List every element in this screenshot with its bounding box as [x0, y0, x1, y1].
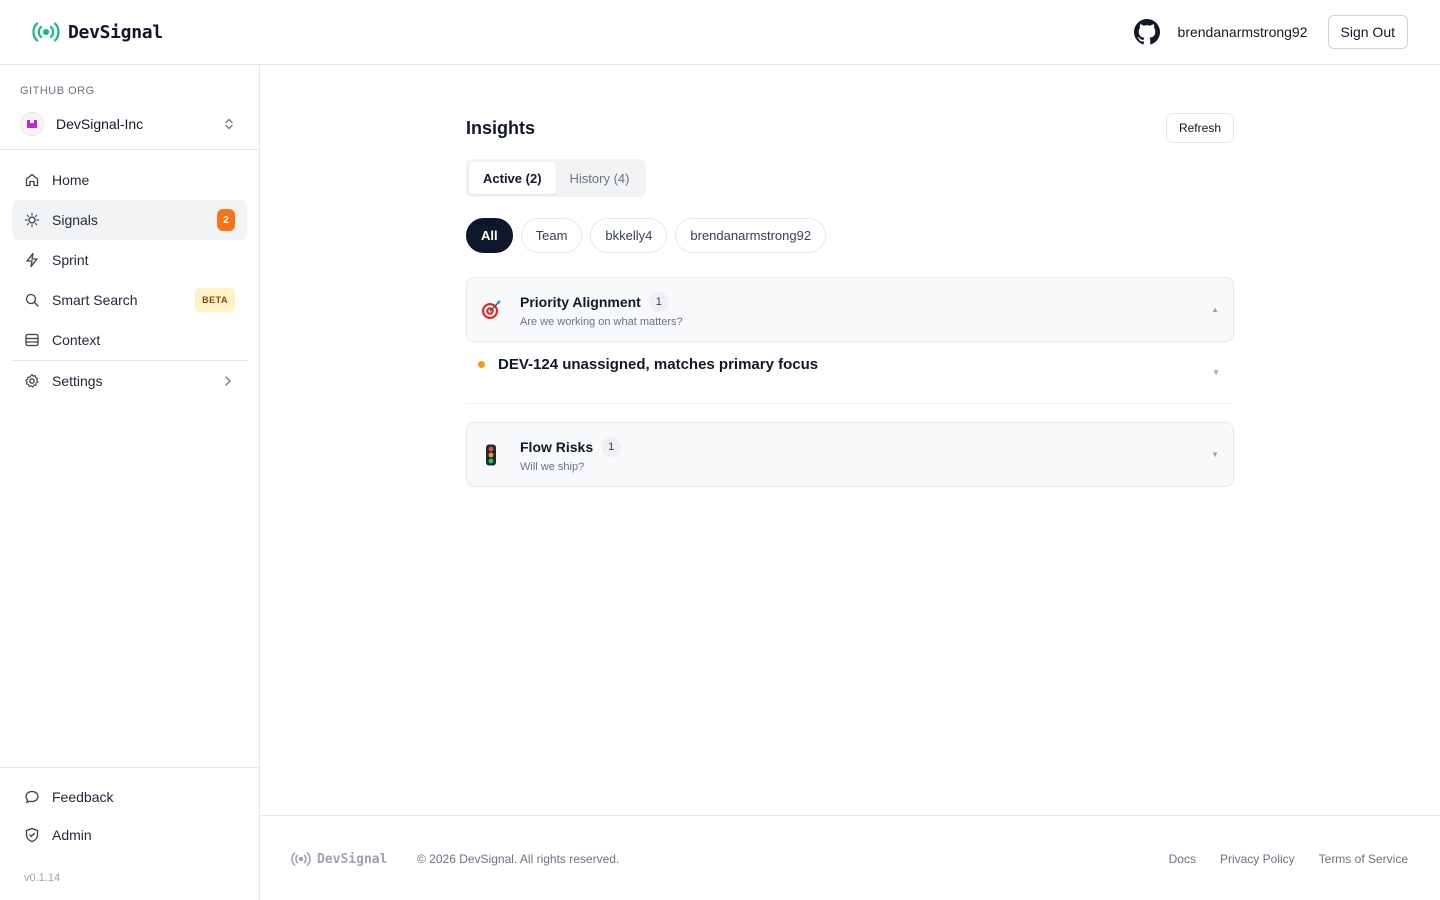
sidebar-item-label: Home [52, 172, 90, 188]
sidebar-item-label: Admin [52, 827, 92, 843]
sidebar-item-label: Smart Search [52, 292, 138, 308]
footer-brand-name: DevSignal [317, 851, 388, 867]
sidebar-divider [0, 767, 259, 768]
beta-badge: BETA [195, 288, 235, 312]
database-icon [24, 332, 40, 348]
section-title: Priority Alignment [520, 293, 641, 310]
tab-history[interactable]: History (4) [556, 162, 644, 194]
sidebar-item-label: Settings [52, 373, 103, 389]
sidebar-item-label: Sprint [52, 252, 89, 268]
expand-caret-icon: ▼ [1211, 450, 1219, 459]
sidebar-item-label: Signals [52, 212, 98, 228]
section-subtitle: Will we ship? [520, 460, 585, 473]
sidebar-item-home[interactable]: Home [12, 160, 247, 200]
sidebar-item-label: Context [52, 332, 101, 348]
footer-link-privacy[interactable]: Privacy Policy [1220, 852, 1295, 866]
app-version: v0.1.14 [24, 872, 61, 884]
brand-name: DevSignal [68, 21, 163, 43]
refresh-button[interactable]: Refresh [1165, 113, 1234, 143]
org-avatar [20, 112, 44, 136]
sidebar-item-admin[interactable]: Admin [12, 816, 247, 854]
collapse-caret-icon: ▲ [1211, 305, 1219, 314]
signal-row[interactable]: DEV-124 unassigned, matches primary focu… [466, 342, 1234, 404]
expand-caret-icon: ▼ [1212, 368, 1220, 377]
section-header[interactable]: Priority Alignment 1 Are we working on w… [466, 277, 1234, 342]
filter-all[interactable]: All [466, 218, 513, 253]
section-count-badge: 1 [601, 436, 622, 457]
signal-icon [32, 22, 60, 42]
section-title: Flow Risks [520, 438, 594, 455]
filter-user-bkkelly4[interactable]: bkkelly4 [590, 218, 668, 253]
section-subtitle: Are we working on what matters? [520, 315, 683, 328]
main-content: Insights Refresh Active (2) History (4) … [260, 65, 1440, 815]
sidebar-nav: Home Signals 2 Sprint Smart Search BETA [12, 160, 247, 401]
lightning-icon [24, 252, 40, 268]
footer-link-terms[interactable]: Terms of Service [1319, 852, 1408, 866]
sign-out-button[interactable]: Sign Out [1327, 15, 1408, 49]
chevron-up-down-icon [225, 118, 233, 130]
page-title: Insights [466, 117, 536, 138]
section-flow-risks: Flow Risks 1 Will we ship? ▼ [466, 422, 1234, 487]
message-icon [24, 789, 40, 805]
sidebar-item-feedback[interactable]: Feedback [12, 778, 247, 816]
filter-pills: All Team bkkelly4 brendanarmstrong92 [466, 218, 1234, 253]
target-icon [479, 298, 503, 322]
section-count-badge: 1 [648, 291, 669, 312]
sidebar-bottom-nav: Feedback Admin [12, 778, 247, 854]
lightbulb-icon [24, 212, 40, 228]
signal-status-dot [478, 361, 485, 368]
github-icon[interactable] [1133, 19, 1160, 45]
filter-user-brendanarmstrong92[interactable]: brendanarmstrong92 [675, 218, 827, 253]
section-header[interactable]: Flow Risks 1 Will we ship? ▼ [466, 422, 1234, 487]
traffic-light-icon [479, 443, 503, 467]
sidebar-item-settings[interactable]: Settings [12, 361, 247, 401]
filter-team[interactable]: Team [520, 218, 583, 253]
footer-link-docs[interactable]: Docs [1169, 852, 1196, 866]
username-label: brendanarmstrong92 [1177, 24, 1308, 40]
sidebar-item-signals[interactable]: Signals 2 [12, 200, 247, 240]
org-label: GITHUB ORG [20, 85, 95, 97]
section-priority-alignment: Priority Alignment 1 Are we working on w… [466, 277, 1234, 404]
signals-count-badge: 2 [217, 209, 235, 231]
sidebar-divider [0, 149, 259, 150]
top-header: DevSignal brendanarmstrong92 Sign Out [0, 0, 1440, 65]
brand-logo[interactable]: DevSignal [32, 20, 163, 44]
sidebar-item-smart-search[interactable]: Smart Search BETA [12, 280, 247, 320]
chevron-right-icon [225, 376, 231, 386]
page-footer: DevSignal © 2026 DevSignal. All rights r… [260, 815, 1440, 900]
footer-brand: DevSignal [291, 850, 387, 868]
copyright-text: © 2026 DevSignal. All rights reserved. [417, 852, 620, 866]
home-icon [24, 172, 40, 188]
sidebar-item-sprint[interactable]: Sprint [12, 240, 247, 280]
signal-title: DEV-124 unassigned, matches primary focu… [498, 356, 819, 373]
sidebar: GITHUB ORG DevSignal-Inc Home Signals 2 … [0, 65, 260, 900]
gear-icon [24, 373, 40, 389]
footer-links: Docs Privacy Policy Terms of Service [1169, 852, 1408, 866]
signal-icon [291, 852, 311, 866]
sidebar-item-context[interactable]: Context [12, 320, 247, 360]
shield-icon [24, 827, 40, 843]
org-name: DevSignal-Inc [56, 116, 144, 132]
insights-tabs: Active (2) History (4) [466, 159, 647, 197]
search-icon [24, 292, 40, 308]
tab-active[interactable]: Active (2) [469, 162, 556, 194]
sidebar-item-label: Feedback [52, 789, 114, 805]
org-selector[interactable]: DevSignal-Inc [20, 111, 240, 137]
